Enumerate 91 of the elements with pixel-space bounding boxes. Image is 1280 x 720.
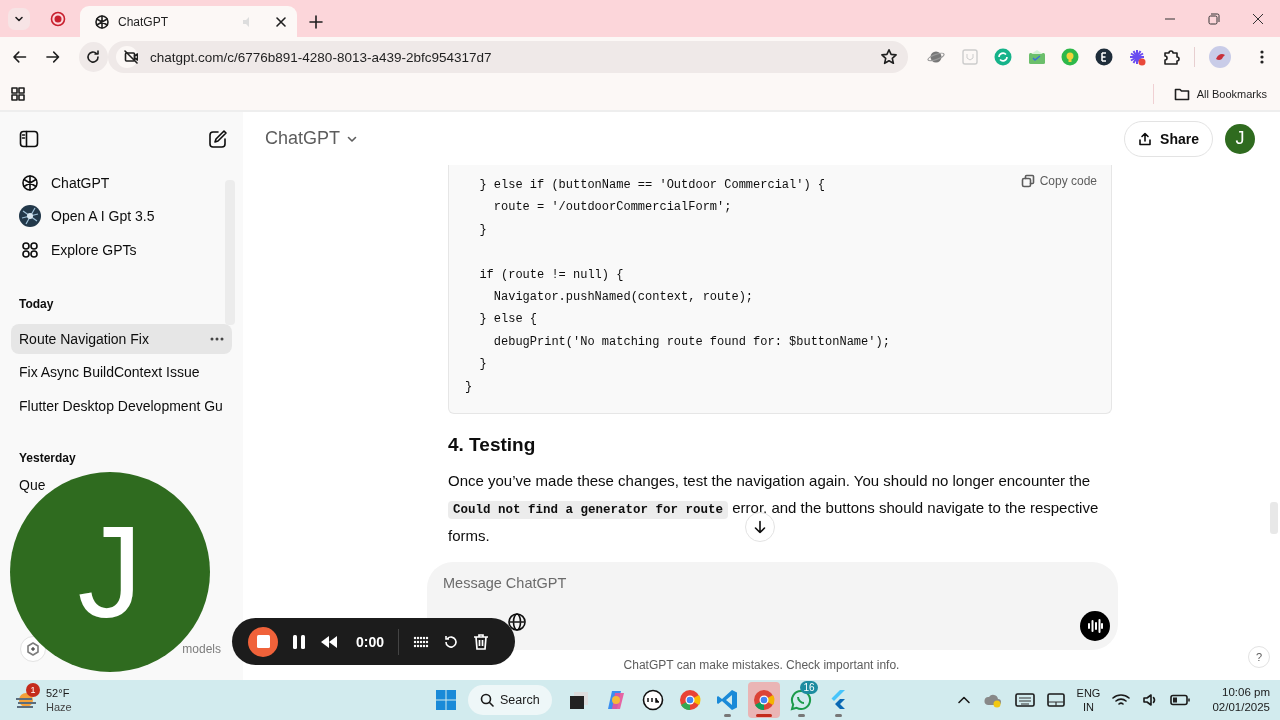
address-bar[interactable]: chatgpt.com/c/6776b891-4280-8013-a439-2bfc954317d7 (108, 41, 908, 73)
disclaimer-text: ChatGPT can make mistakes. Check important info. (623, 658, 900, 672)
clock-time[interactable]: 10:06 pm (1212, 685, 1270, 700)
tab-title: ChatGPT (118, 14, 168, 29)
tablet-icon[interactable] (1046, 693, 1065, 707)
restore-icon[interactable] (1208, 12, 1220, 25)
code-text: } else if (buttonName == 'Outdoor Commercial') { route = '/outdoorCommercialForm'; } if (route != null) { Navigator.pushNamed(context, route); } else { debugPrint('No matching route found for: $buttonName'); } } (464, 177, 891, 396)
language[interactable]: ENG (1076, 686, 1101, 700)
reload-icon (85, 49, 102, 65)
extensions-icon[interactable] (1161, 48, 1180, 66)
notification-badge: 16 (800, 681, 818, 694)
copy-code-button[interactable]: Copy code (1020, 174, 1097, 188)
section-heading: Yesterday (19, 449, 76, 467)
dell-icon (641, 689, 664, 711)
model-selector[interactable]: ChatGPT (265, 128, 359, 149)
share-icon (1138, 131, 1153, 146)
chat-history-item[interactable]: Fix Async BuildContext Issue (19, 364, 200, 380)
notification-badge: 1 (26, 683, 40, 697)
gpt-avatar-icon (19, 205, 41, 228)
sidebar-nav-item[interactable]: ChatGPT (11, 166, 118, 200)
temperature: 52°F (46, 686, 71, 700)
site-info-icon[interactable] (124, 50, 138, 64)
browser-tab[interactable]: ChatGPT (80, 6, 297, 37)
close-icon[interactable] (275, 15, 287, 28)
keyboard-icon[interactable] (1014, 693, 1035, 707)
star-icon[interactable] (880, 48, 898, 66)
tab-search-button[interactable] (8, 7, 30, 30)
forward-icon[interactable] (45, 49, 61, 65)
sync-icon[interactable] (994, 48, 1012, 66)
record-icon[interactable] (50, 10, 66, 27)
url-text: chatgpt.com/c/6776b891-4280-8013-a439-2bfc954317d7 (150, 49, 492, 65)
browser-icon (678, 689, 701, 711)
e-circle-icon[interactable] (1094, 48, 1113, 66)
section-heading: 4. Testing (448, 433, 537, 458)
paragraph: Once you’ve made these changes, test the navigation again. You should no longer encounter the Could not find a generator for route error, and the buttons should navigate to the respective forms. (448, 471, 1100, 547)
battery-icon[interactable] (1170, 694, 1191, 706)
taskbar-search[interactable]: Search (468, 685, 552, 715)
all-bookmarks-button[interactable]: All Bookmarks (1173, 86, 1267, 101)
rewind-icon[interactable] (320, 634, 338, 649)
chat-history-item[interactable]: Route Navigation Fix (11, 323, 232, 354)
apps-grid-icon[interactable] (11, 86, 25, 101)
envelope-icon[interactable] (1027, 48, 1046, 66)
openai-logo-icon (20, 172, 40, 193)
waveform-icon (1087, 619, 1103, 633)
arrow-down-icon (753, 520, 767, 534)
taskbar-app[interactable]: 16 (784, 682, 817, 718)
new-tab-icon[interactable] (309, 14, 323, 29)
chrome-icon (752, 689, 775, 711)
grid-icon (21, 240, 39, 259)
code-editor-icon (715, 689, 738, 711)
message-field[interactable]: Message ChatGPT (443, 575, 843, 591)
copy-icon (1020, 174, 1035, 188)
timer: 0:00 (356, 633, 385, 650)
voice-button[interactable] (1080, 611, 1110, 641)
stop-button[interactable] (248, 626, 278, 657)
share-button[interactable]: Share (1124, 120, 1213, 157)
new-chat-icon[interactable] (208, 129, 228, 149)
clock-date[interactable]: 02/01/2025 (1212, 700, 1270, 715)
chat-history-item[interactable]: Que (19, 476, 46, 493)
upgrade-text: models (182, 642, 221, 656)
folder-icon (1173, 86, 1190, 101)
windows-stack-icon (567, 689, 590, 711)
trash-icon[interactable] (473, 633, 490, 650)
back-icon[interactable] (12, 49, 28, 65)
cloud-warning-icon[interactable] (982, 692, 1003, 708)
bird-icon (1213, 51, 1226, 63)
chat-bubble-icon (789, 689, 812, 711)
sidebar-nav-item[interactable]: Open A I Gpt 3.5 (11, 199, 163, 233)
openai-logo-icon (94, 13, 110, 30)
stop-icon (256, 635, 270, 648)
sidebar-nav-item[interactable]: Explore GPTs (11, 233, 145, 267)
menu-icon[interactable] (1259, 49, 1264, 65)
user-avatar[interactable]: J (1225, 123, 1255, 154)
weather-condition: Haze (46, 700, 72, 714)
replay-icon[interactable] (443, 633, 460, 650)
profile-avatar[interactable] (1208, 46, 1231, 68)
scroll-down-button[interactable] (745, 512, 775, 542)
reload-button[interactable] (78, 42, 108, 72)
search-icon (480, 693, 494, 707)
section-heading: Today (19, 295, 54, 313)
sparkle-icon (26, 642, 40, 656)
windows-logo-icon[interactable] (435, 689, 457, 711)
close-icon[interactable] (1252, 12, 1264, 25)
chat-history-item[interactable]: Flutter Desktop Development Gu (19, 397, 223, 414)
pause-icon[interactable] (292, 633, 306, 650)
input-region[interactable]: IN (1076, 700, 1101, 714)
burst-icon[interactable] (1128, 48, 1146, 66)
wifi-icon[interactable] (1112, 693, 1131, 707)
more-options-icon[interactable] (210, 336, 224, 341)
sidebar-toggle-icon[interactable] (19, 129, 39, 149)
globe-icon[interactable] (507, 612, 527, 632)
